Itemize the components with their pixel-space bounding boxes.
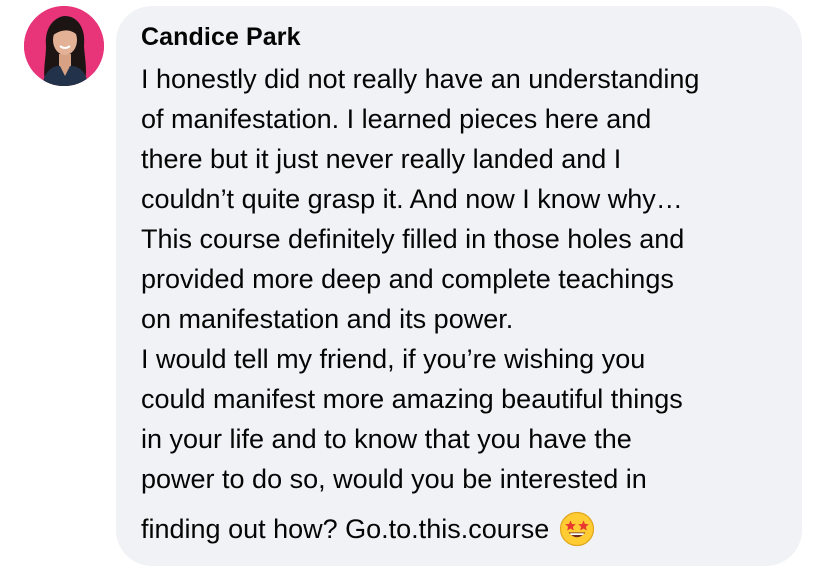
- comment-line: I would tell my friend, if you’re wishin…: [141, 344, 646, 374]
- star-struck-emoji-icon: [559, 511, 595, 547]
- comment-bubble: Candice Park I honestly did not really h…: [116, 6, 802, 566]
- comment-line: on manifestation and its power.: [141, 304, 514, 334]
- comment-line: there but it just never really landed an…: [141, 144, 622, 174]
- comment-last-line: finding out how? Go.to.this.course: [141, 509, 796, 549]
- avatar[interactable]: [24, 6, 104, 86]
- comment-line: provided more deep and complete teaching…: [141, 264, 674, 294]
- comment-line: of manifestation. I learned pieces here …: [141, 104, 652, 134]
- comment-line: I honestly did not really have an unders…: [141, 64, 700, 94]
- comment-line: in your life and to know that you have t…: [141, 424, 632, 454]
- comment-line: This course definitely filled in those h…: [141, 224, 685, 254]
- comment-line: could manifest more amazing beautiful th…: [141, 384, 683, 414]
- comment-line: finding out how? Go.to.this.course: [141, 514, 550, 544]
- comment-author-name[interactable]: Candice Park: [141, 23, 301, 52]
- comment-line: power to do so, would you be interested …: [141, 464, 647, 494]
- avatar-portrait: [24, 6, 104, 86]
- comment-line: couldn’t quite grasp it. And now I know …: [141, 184, 683, 214]
- comment-body: I honestly did not really have an unders…: [141, 59, 796, 549]
